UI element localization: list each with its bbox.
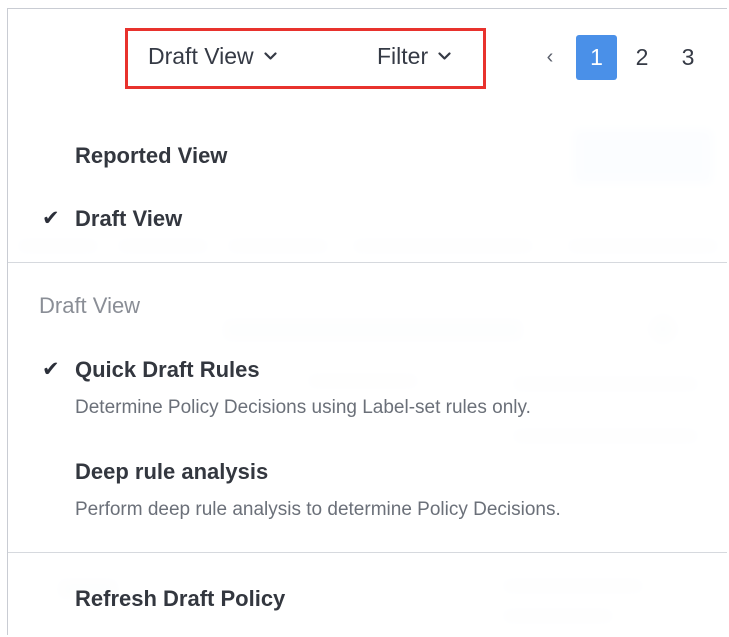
pagination: ‹ 1 2 3 (536, 35, 711, 80)
view-dropdown-button[interactable]: Draft View (148, 43, 277, 70)
menu-item-draft-view[interactable]: ✔ Draft View (8, 204, 727, 244)
menu-item-label: Draft View (75, 206, 183, 231)
toolbar: Draft View Filter ‹ 1 2 3 (8, 9, 727, 109)
chevron-down-icon (264, 52, 277, 60)
menu-item-description: Determine Policy Decisions using Label-s… (75, 397, 531, 418)
page-button-3[interactable]: 3 (665, 35, 711, 80)
menu-item-refresh-draft-policy[interactable]: Refresh Draft Policy (8, 584, 727, 624)
menu-item-label: Quick Draft Rules (75, 357, 260, 382)
page-button-2[interactable]: 2 (619, 35, 665, 80)
view-dropdown-label: Draft View (148, 43, 254, 69)
view-dropdown-menu: Reported View ✔ Draft View Draft View ✔ … (8, 109, 727, 635)
menu-item-deep-rule-analysis[interactable]: Deep rule analysis Perform deep rule ana… (8, 457, 727, 527)
menu-divider (8, 262, 727, 263)
filter-dropdown-button[interactable]: Filter (377, 43, 451, 70)
menu-item-quick-draft-rules[interactable]: ✔ Quick Draft Rules Determine Policy Dec… (8, 355, 727, 425)
check-icon: ✔ (42, 358, 60, 381)
page-button-1[interactable]: 1 (576, 35, 617, 80)
prev-page-button[interactable]: ‹ (536, 35, 564, 80)
chevron-down-icon (438, 52, 451, 60)
filter-dropdown-label: Filter (377, 43, 429, 69)
menu-item-description: Perform deep rule analysis to determine … (75, 499, 561, 520)
menu-item-label: Reported View (75, 143, 228, 168)
app-frame: Draft View Filter ‹ 1 2 3 Reported View … (7, 8, 727, 635)
menu-item-label: Refresh Draft Policy (75, 586, 286, 611)
menu-section-label: Draft View (39, 293, 141, 318)
menu-item-label: Deep rule analysis (75, 459, 269, 484)
menu-divider (8, 552, 727, 553)
menu-item-reported-view[interactable]: Reported View (8, 141, 727, 181)
check-icon: ✔ (42, 207, 60, 230)
